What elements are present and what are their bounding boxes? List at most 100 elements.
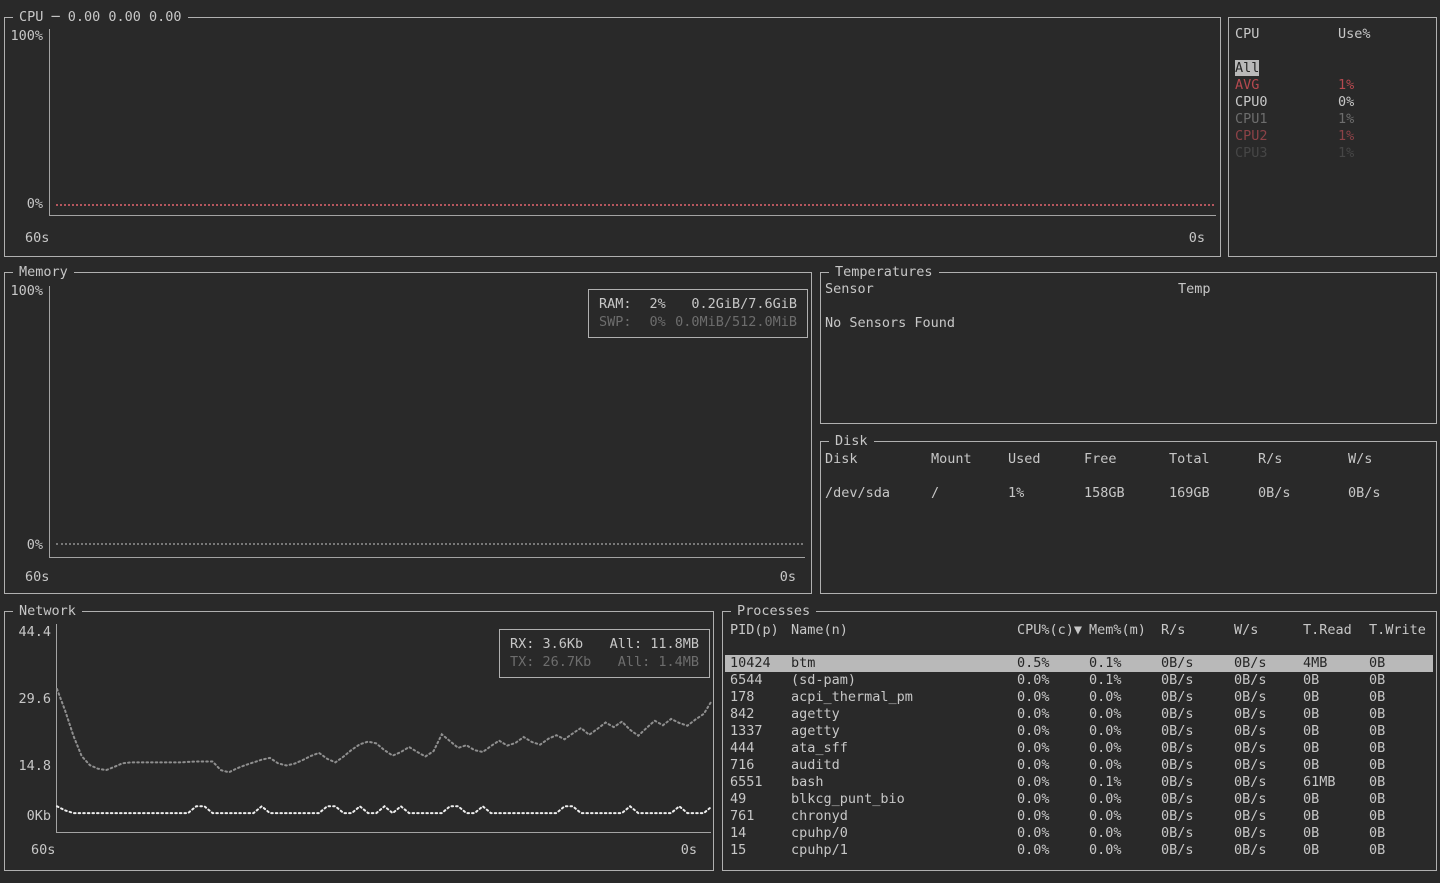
cpu-entry-usage: 0% xyxy=(1338,94,1430,111)
process-row-btm[interactable]: 10424btm0.5%0.1%0B/s0B/s4MB0B xyxy=(725,655,1433,672)
process-row-ata_sff[interactable]: 444ata_sff0.0%0.0%0B/s0B/s0B0B xyxy=(725,740,1433,757)
process-row-cpuhp/1[interactable]: 15cpuhp/10.0%0.0%0B/s0B/s0B0B xyxy=(725,842,1433,859)
swap-percent: 0% xyxy=(650,314,666,331)
process-row-auditd[interactable]: 716auditd0.0%0.0%0B/s0B/s0B0B xyxy=(725,757,1433,774)
proc-cell-tread: 0B xyxy=(1303,825,1369,842)
proc-cell-twrite: 0B xyxy=(1369,706,1433,723)
proc-header-rs[interactable]: R/s xyxy=(1161,622,1234,639)
cpu-entry-usage: 1% xyxy=(1338,128,1430,145)
disk-row[interactable]: /dev/sda/1%158GB169GB0B/s0B/s xyxy=(825,485,1434,502)
processes-table-header: PID(p)Name(n)CPU%(c)▼Mem%(m)R/sW/sT.Read… xyxy=(725,622,1433,639)
proc-cell-pid: 444 xyxy=(730,740,791,757)
proc-cell-twrite: 0B xyxy=(1369,774,1433,791)
temps-empty-message: No Sensors Found xyxy=(825,315,955,332)
process-row-chronyd[interactable]: 761chronyd0.0%0.0%0B/s0B/s0B0B xyxy=(725,808,1433,825)
processes-panel: Processes PID(p)Name(n)CPU%(c)▼Mem%(m)R/… xyxy=(722,611,1437,871)
proc-cell-name: auditd xyxy=(791,757,1017,774)
process-row-agetty[interactable]: 1337agetty0.0%0.0%0B/s0B/s0B0B xyxy=(725,723,1433,740)
rx-legend-row: RX: 3.6Kb All: 11.8MB xyxy=(510,636,699,653)
proc-cell-cpu: 0.0% xyxy=(1017,672,1089,689)
disk-cell-1: / xyxy=(931,485,1008,502)
proc-cell-cpu: 0.0% xyxy=(1017,842,1089,859)
proc-cell-wps: 0B/s xyxy=(1234,723,1303,740)
processes-table-rows: 10424btm0.5%0.1%0B/s0B/s4MB0B6544(sd-pam… xyxy=(725,655,1433,859)
cpu-legend-row-cpu3[interactable]: CPU31% xyxy=(1235,145,1430,162)
cpu-legend-row-avg[interactable]: AVG1% xyxy=(1235,77,1430,94)
cpu-legend-row-cpu2[interactable]: CPU21% xyxy=(1235,128,1430,145)
cpu-entry-label: All xyxy=(1235,60,1259,76)
process-row-acpi_thermal_pm[interactable]: 178acpi_thermal_pm0.0%0.0%0B/s0B/s0B0B xyxy=(725,689,1433,706)
proc-cell-tread: 0B xyxy=(1303,689,1369,706)
proc-cell-twrite: 0B xyxy=(1369,757,1433,774)
proc-cell-name: cpuhp/0 xyxy=(791,825,1017,842)
process-row-blkcg_punt_bio[interactable]: 49blkcg_punt_bio0.0%0.0%0B/s0B/s0B0B xyxy=(725,791,1433,808)
disk-header-ws: W/s xyxy=(1348,451,1434,468)
proc-cell-name: blkcg_punt_bio xyxy=(791,791,1017,808)
proc-cell-pid: 49 xyxy=(730,791,791,808)
disk-header-disk: Disk xyxy=(825,451,931,468)
proc-cell-pid: 761 xyxy=(730,808,791,825)
proc-cell-name: agetty xyxy=(791,706,1017,723)
proc-cell-tread: 0B xyxy=(1303,723,1369,740)
disk-table-rows: /dev/sda/1%158GB169GB0B/s0B/s xyxy=(825,485,1434,502)
proc-cell-mem: 0.1% xyxy=(1089,655,1161,672)
proc-header-pidp[interactable]: PID(p) xyxy=(730,622,791,639)
process-row-(sd-pam)[interactable]: 6544(sd-pam)0.0%0.1%0B/s0B/s0B0B xyxy=(725,672,1433,689)
memory-chart-panel: Memory 100% 0% RAM: 2% 0.2GiB/7.6GiB SWP… xyxy=(4,272,812,594)
proc-cell-wps: 0B/s xyxy=(1234,655,1303,672)
proc-cell-twrite: 0B xyxy=(1369,740,1433,757)
disk-cell-3: 158GB xyxy=(1084,485,1169,502)
proc-cell-cpu: 0.0% xyxy=(1017,723,1089,740)
network-ytick-29: 29.6 xyxy=(7,691,51,708)
cpu-legend-header: CPU Use% xyxy=(1235,26,1430,43)
cpu-legend-panel: CPU Use% AllAVG1%CPU00%CPU11%CPU21%CPU31… xyxy=(1228,17,1437,257)
swap-legend-row: SWP: 0% 0.0MiB/512.0MiB xyxy=(599,314,797,331)
proc-cell-mem: 0.1% xyxy=(1089,672,1161,689)
tx-total: All: 1.4MB xyxy=(618,654,699,671)
proc-header-ws[interactable]: W/s xyxy=(1234,622,1303,639)
proc-cell-name: (sd-pam) xyxy=(791,672,1017,689)
process-row-agetty[interactable]: 842agetty0.0%0.0%0B/s0B/s0B0B xyxy=(725,706,1433,723)
process-row-bash[interactable]: 6551bash0.0%0.1%0B/s0B/s61MB0B xyxy=(725,774,1433,791)
temps-col-temp: Temp xyxy=(1178,281,1211,298)
proc-header-twrite[interactable]: T.Write xyxy=(1369,622,1433,639)
disk-header-rs: R/s xyxy=(1258,451,1348,468)
proc-cell-pid: 842 xyxy=(730,706,791,723)
cpu-legend-rows: AllAVG1%CPU00%CPU11%CPU21%CPU31% xyxy=(1235,60,1430,162)
proc-cell-name: ata_sff xyxy=(791,740,1017,757)
ram-detail: 0.2GiB/7.6GiB xyxy=(691,296,797,313)
proc-cell-wps: 0B/s xyxy=(1234,706,1303,723)
disk-table-header: DiskMountUsedFreeTotalR/sW/s xyxy=(825,451,1434,468)
proc-header-tread[interactable]: T.Read xyxy=(1303,622,1369,639)
cpu-legend-row-cpu0[interactable]: CPU00% xyxy=(1235,94,1430,111)
proc-cell-wps: 0B/s xyxy=(1234,740,1303,757)
cpu-legend-col-cpu: CPU xyxy=(1235,26,1338,43)
proc-cell-rps: 0B/s xyxy=(1161,655,1234,672)
memory-ytick-0: 0% xyxy=(7,537,43,554)
cpu-legend-row-all[interactable]: All xyxy=(1235,60,1430,77)
proc-header-namen[interactable]: Name(n) xyxy=(791,622,1017,639)
proc-cell-pid: 178 xyxy=(730,689,791,706)
proc-cell-name: acpi_thermal_pm xyxy=(791,689,1017,706)
cpu-legend-row-cpu1[interactable]: CPU11% xyxy=(1235,111,1430,128)
proc-cell-rps: 0B/s xyxy=(1161,740,1234,757)
proc-cell-pid: 14 xyxy=(730,825,791,842)
swap-detail: 0.0MiB/512.0MiB xyxy=(675,314,797,331)
proc-header-memm[interactable]: Mem%(m) xyxy=(1089,622,1161,639)
proc-cell-rps: 0B/s xyxy=(1161,791,1234,808)
proc-cell-mem: 0.1% xyxy=(1089,774,1161,791)
disk-cell-0: /dev/sda xyxy=(825,485,931,502)
disk-header-mount: Mount xyxy=(931,451,1008,468)
process-row-cpuhp/0[interactable]: 14cpuhp/00.0%0.0%0B/s0B/s0B0B xyxy=(725,825,1433,842)
proc-cell-wps: 0B/s xyxy=(1234,672,1303,689)
proc-cell-wps: 0B/s xyxy=(1234,791,1303,808)
rx-total: All: 11.8MB xyxy=(610,636,699,653)
cpu-avg-usage-line xyxy=(56,204,1214,206)
proc-cell-cpu: 0.0% xyxy=(1017,689,1089,706)
proc-cell-rps: 0B/s xyxy=(1161,825,1234,842)
proc-cell-mem: 0.0% xyxy=(1089,723,1161,740)
proc-cell-mem: 0.0% xyxy=(1089,757,1161,774)
proc-header-cpuc[interactable]: CPU%(c)▼ xyxy=(1017,622,1089,639)
cpu-usage-graph[interactable] xyxy=(49,29,1216,216)
proc-cell-tread: 0B xyxy=(1303,842,1369,859)
